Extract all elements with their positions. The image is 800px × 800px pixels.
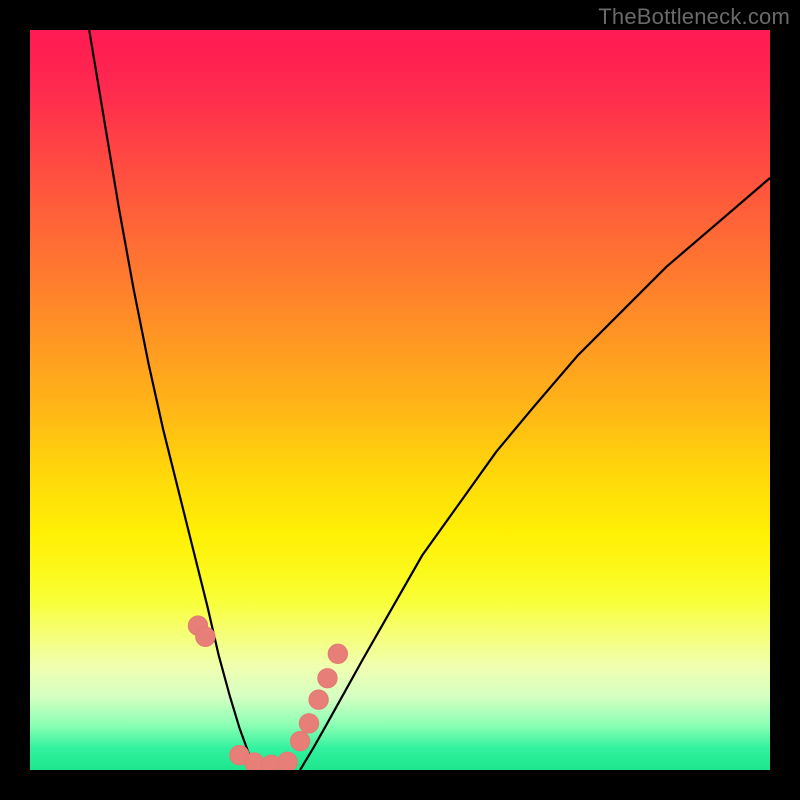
- chart-svg: [30, 30, 770, 770]
- curve-left-curve: [89, 30, 256, 770]
- data-marker: [196, 627, 215, 646]
- chart-frame: TheBottleneck.com: [0, 0, 800, 800]
- data-marker: [328, 644, 347, 663]
- data-marker: [309, 690, 328, 709]
- curve-right-curve: [300, 178, 770, 770]
- data-marker: [299, 714, 318, 733]
- watermark-text: TheBottleneck.com: [598, 4, 790, 30]
- data-marker: [278, 752, 297, 770]
- data-marker: [318, 669, 337, 688]
- plot-area: [30, 30, 770, 770]
- data-marker: [245, 753, 264, 770]
- data-marker: [290, 732, 309, 751]
